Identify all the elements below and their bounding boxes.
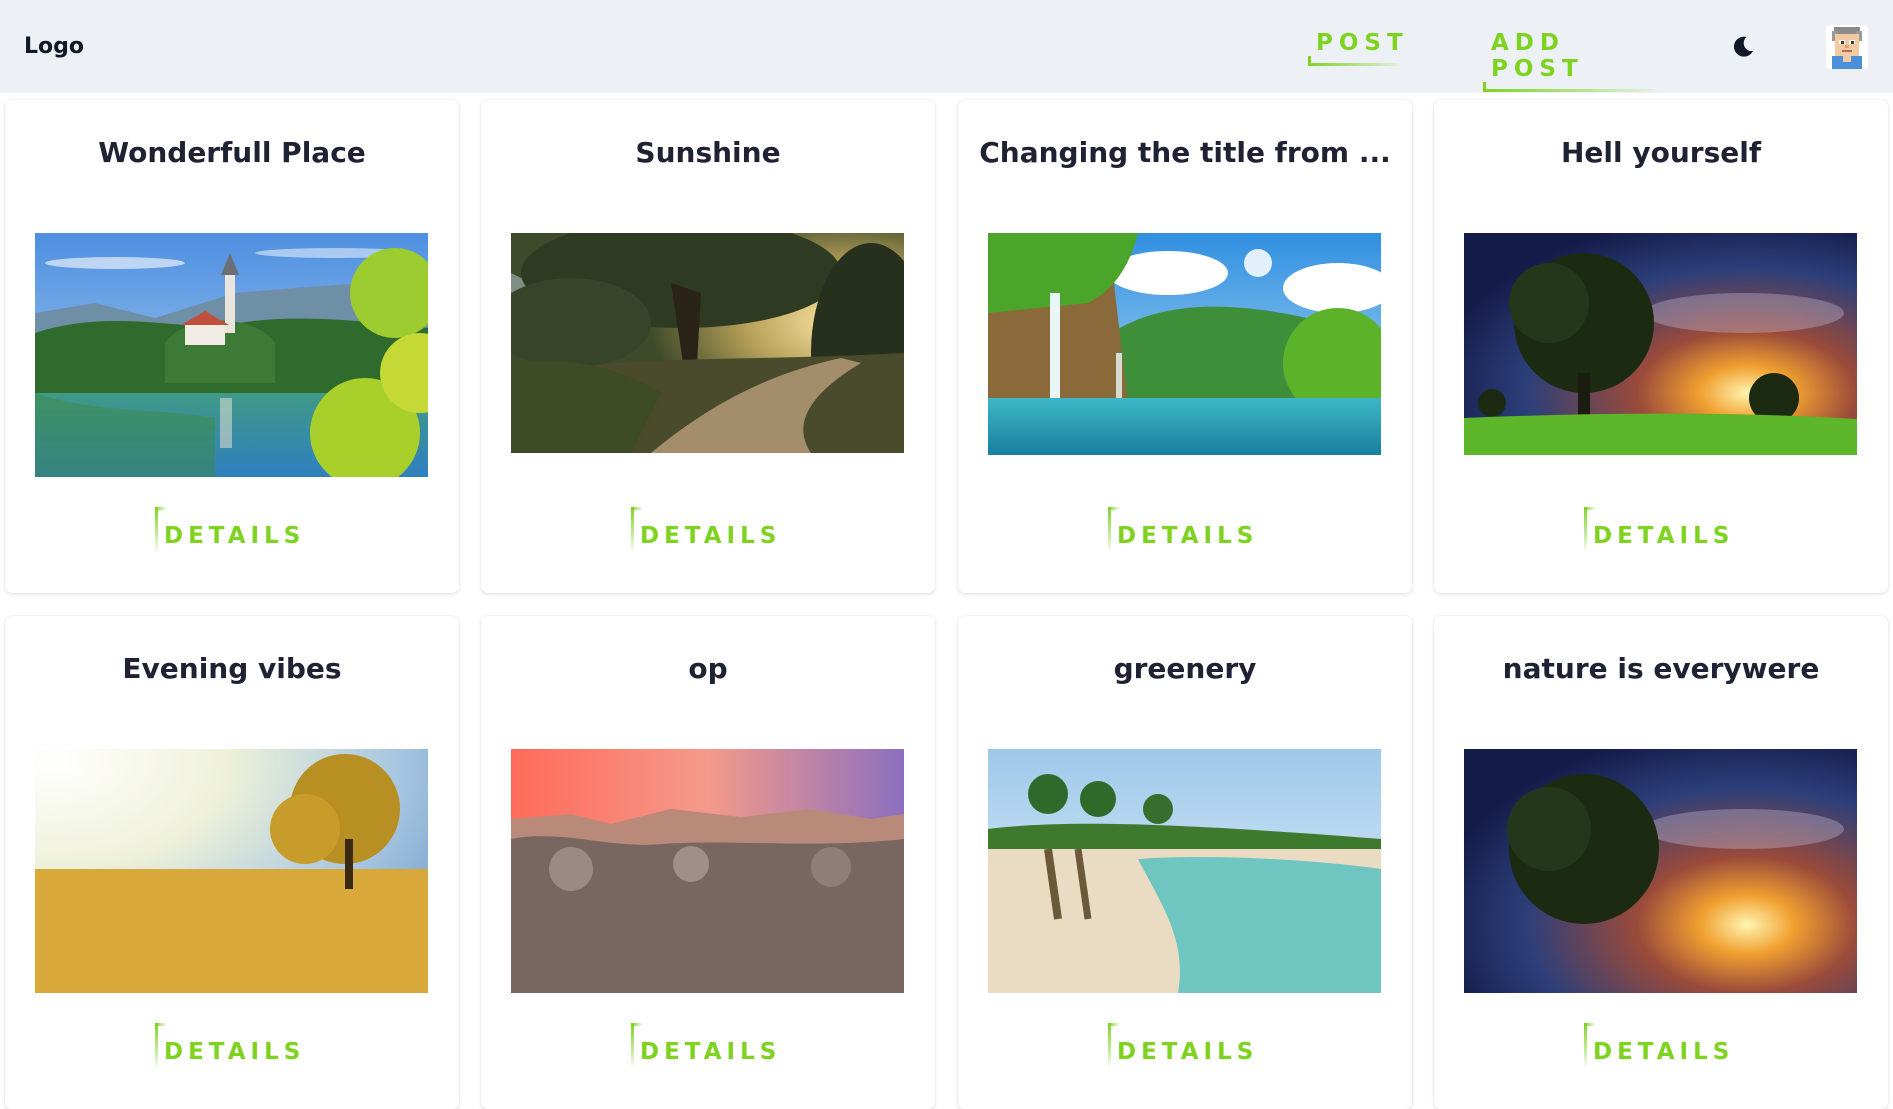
logo[interactable]: Logo (24, 34, 84, 59)
details-button[interactable]: DETAILS (631, 1023, 781, 1069)
details-button[interactable]: DETAILS (155, 1023, 305, 1069)
post-image (511, 749, 904, 993)
details-button[interactable]: DETAILS (631, 507, 781, 553)
post-image (988, 233, 1381, 455)
post-card: Changing the title from ... DETAILS (958, 100, 1412, 593)
post-card: op DETAILS (481, 616, 935, 1109)
post-image (35, 233, 428, 477)
post-card: greenery DETAILS (958, 616, 1412, 1109)
post-title: Changing the title from ... (979, 136, 1391, 169)
post-image (1464, 233, 1857, 455)
post-card: Sunshine DETAILS (481, 100, 935, 593)
details-button[interactable]: DETAILS (1584, 507, 1734, 553)
post-image (35, 749, 428, 993)
details-button[interactable]: DETAILS (1584, 1023, 1734, 1069)
post-title: op (688, 652, 728, 685)
nav-add-post-link[interactable]: ADD POST (1483, 30, 1661, 92)
post-grid: Wonderfull Place DETAILS Sunshine DETAIL… (0, 93, 1893, 1109)
post-title: nature is everywere (1502, 652, 1820, 685)
details-button[interactable]: DETAILS (1108, 1023, 1258, 1069)
post-image (1464, 749, 1857, 993)
post-card: Hell yourself DETAILS (1434, 100, 1888, 593)
post-card: nature is everywere DETAILS (1434, 616, 1888, 1109)
details-button[interactable]: DETAILS (1108, 507, 1258, 553)
post-title: Wonderfull Place (98, 136, 366, 169)
post-card: Wonderfull Place DETAILS (5, 100, 459, 593)
post-title: greenery (1113, 652, 1257, 685)
details-button[interactable]: DETAILS (155, 507, 305, 553)
post-image (511, 233, 904, 453)
post-image (988, 749, 1381, 993)
user-avatar[interactable] (1826, 25, 1868, 69)
navbar: Logo POST ADD POST (0, 0, 1893, 93)
post-card: Evening vibes DETAILS (5, 616, 459, 1109)
post-title: Sunshine (635, 136, 781, 169)
post-title: Hell yourself (1560, 136, 1762, 169)
moon-icon[interactable] (1730, 34, 1756, 60)
nav-post-link[interactable]: POST (1308, 30, 1404, 66)
post-title: Evening vibes (122, 652, 342, 685)
